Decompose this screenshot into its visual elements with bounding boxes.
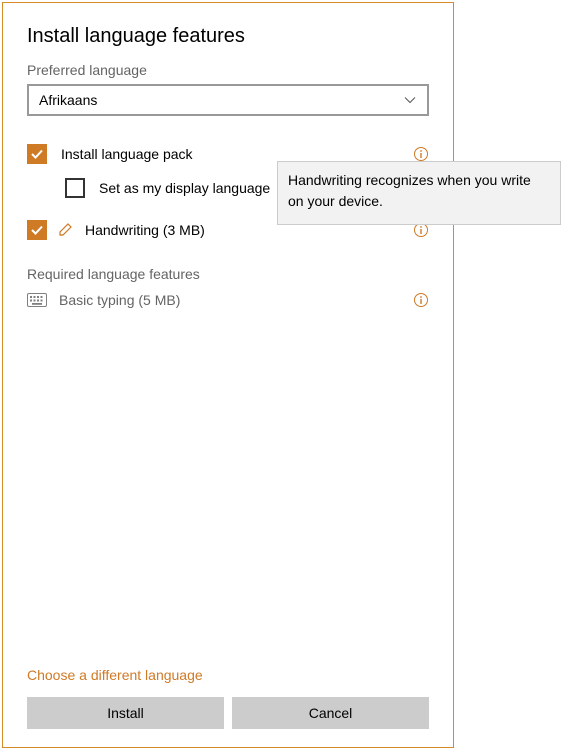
checkbox-handwriting[interactable] <box>27 220 47 240</box>
choose-different-language-link[interactable]: Choose a different language <box>27 667 429 683</box>
required-basic-typing: Basic typing (5 MB) <box>27 292 429 308</box>
install-button[interactable]: Install <box>27 697 224 729</box>
required-label: Basic typing (5 MB) <box>59 292 180 308</box>
keyboard-icon <box>27 293 47 307</box>
option-label: Install language pack <box>61 146 193 162</box>
checkbox-set-display-language[interactable] <box>65 178 85 198</box>
info-icon[interactable] <box>413 292 429 308</box>
preferred-language-label: Preferred language <box>27 62 429 78</box>
handwriting-icon <box>57 221 75 239</box>
handwriting-tooltip: Handwriting recognizes when you write on… <box>277 161 561 225</box>
info-icon[interactable] <box>413 146 429 162</box>
dialog-title: Install language features <box>27 25 429 48</box>
option-label: Handwriting (3 MB) <box>85 222 205 238</box>
option-label: Set as my display language <box>99 180 270 196</box>
cancel-button[interactable]: Cancel <box>232 697 429 729</box>
dialog-buttons: Install Cancel <box>27 697 429 729</box>
language-select[interactable]: Afrikaans <box>27 84 429 116</box>
checkbox-install-language-pack[interactable] <box>27 144 47 164</box>
chevron-down-icon <box>403 93 417 107</box>
language-select-value: Afrikaans <box>39 92 97 108</box>
required-features-header: Required language features <box>27 266 429 282</box>
install-language-dialog: Install language features Preferred lang… <box>2 2 454 748</box>
